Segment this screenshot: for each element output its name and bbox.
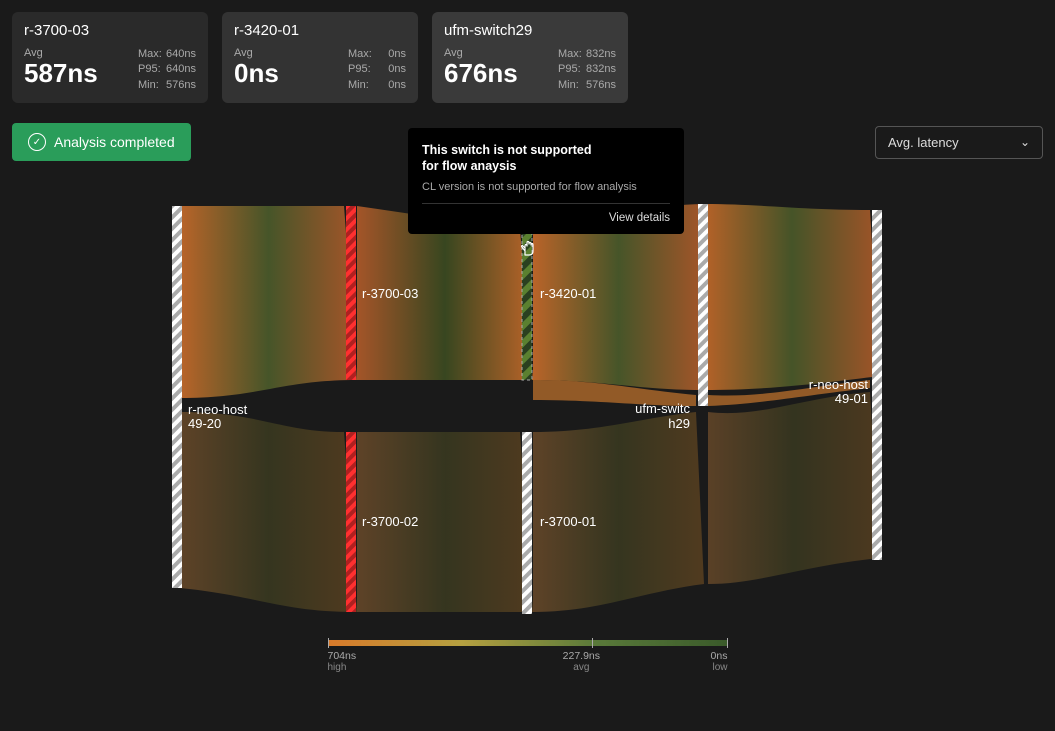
- tooltip-subtitle: CL version is not supported for flow ana…: [422, 181, 670, 204]
- avg-value: 587ns: [24, 59, 98, 88]
- legend: 704ns high 227.9ns avg 0ns low: [0, 640, 1055, 673]
- p95-label: P95:: [138, 62, 161, 77]
- max-value: 640ns: [166, 47, 196, 62]
- label-r-3700-03: r-3700-03: [362, 286, 418, 301]
- min-label: Min:: [348, 78, 369, 93]
- tooltip: This switch is not supported for flow an…: [408, 128, 684, 234]
- stat-card-r-3700-03[interactable]: r-3700-03 Avg 587ns Max:640ns P95:640ns …: [12, 12, 208, 103]
- metric-dropdown[interactable]: Avg. latency ⌄: [875, 126, 1043, 159]
- avg-value: 0ns: [234, 59, 279, 88]
- node-r-3700-02[interactable]: [346, 432, 356, 612]
- max-value: 832ns: [586, 47, 616, 62]
- label-r-neo-host-49-20-l2: 49-20: [188, 416, 221, 431]
- label-ufm-switch29-l1: ufm-switc: [635, 401, 690, 416]
- p95-value: 640ns: [166, 62, 196, 77]
- stat-card-r-3420-01[interactable]: r-3420-01 Avg 0ns Max:0ns P95:0ns Min:0n…: [222, 12, 418, 103]
- node-r-neo-host-49-20[interactable]: [172, 206, 182, 588]
- check-icon: ✓: [28, 133, 46, 151]
- max-label: Max:: [558, 47, 582, 62]
- node-r-3420-01[interactable]: [522, 230, 532, 380]
- flow-graph[interactable]: r-neo-host 49-20 r-3700-03 r-3420-01 ufm…: [0, 200, 1055, 620]
- p95-value: 832ns: [586, 62, 616, 77]
- legend-high-label: high: [328, 662, 357, 673]
- max-label: Max:: [138, 47, 162, 62]
- label-r-neo-host-49-01-l2: 49-01: [835, 391, 868, 406]
- status-text: Analysis completed: [54, 134, 175, 150]
- min-value: 576ns: [166, 78, 196, 93]
- label-r-3700-02: r-3700-02: [362, 514, 418, 529]
- dropdown-label: Avg. latency: [888, 135, 959, 150]
- min-value: 0ns: [388, 78, 406, 93]
- legend-low-value: 0ns: [711, 650, 728, 662]
- label-r-neo-host-49-01-l1: r-neo-host: [809, 377, 869, 392]
- label-r-neo-host-49-20-l1: r-neo-host: [188, 402, 248, 417]
- p95-label: P95:: [348, 62, 371, 77]
- max-label: Max:: [348, 47, 372, 62]
- tooltip-title: This switch is not supported for flow an…: [422, 142, 670, 175]
- label-r-3700-01: r-3700-01: [540, 514, 596, 529]
- min-label: Min:: [558, 78, 579, 93]
- label-ufm-switch29-l2: h29: [668, 416, 690, 431]
- analysis-status-pill: ✓ Analysis completed: [12, 123, 191, 161]
- legend-avg-label: avg: [563, 662, 600, 673]
- legend-low-label: low: [711, 662, 728, 673]
- tooltip-title-l1: This switch is not supported: [422, 143, 591, 157]
- label-r-3420-01: r-3420-01: [540, 286, 596, 301]
- node-r-neo-host-49-01[interactable]: [872, 210, 882, 560]
- node-r-3700-03[interactable]: [346, 206, 356, 380]
- max-value: 0ns: [388, 47, 406, 62]
- node-r-3700-01[interactable]: [522, 432, 532, 614]
- p95-value: 0ns: [388, 62, 406, 77]
- node-ufm-switch29[interactable]: [698, 204, 708, 406]
- stat-title: r-3420-01: [234, 22, 406, 39]
- view-details-link[interactable]: View details: [422, 212, 670, 224]
- stats-row: r-3700-03 Avg 587ns Max:640ns P95:640ns …: [0, 0, 1055, 115]
- legend-high-value: 704ns: [328, 650, 357, 662]
- chevron-down-icon: ⌄: [1020, 135, 1030, 149]
- avg-value: 676ns: [444, 59, 518, 88]
- legend-bar: [328, 640, 728, 646]
- legend-avg-value: 227.9ns: [563, 650, 600, 662]
- stat-card-ufm-switch29[interactable]: ufm-switch29 Avg 676ns Max:832ns P95:832…: [432, 12, 628, 103]
- stat-title: ufm-switch29: [444, 22, 616, 39]
- p95-label: P95:: [558, 62, 581, 77]
- min-label: Min:: [138, 78, 159, 93]
- min-value: 576ns: [586, 78, 616, 93]
- tooltip-title-l2: for flow anaysis: [422, 159, 516, 173]
- stat-title: r-3700-03: [24, 22, 196, 39]
